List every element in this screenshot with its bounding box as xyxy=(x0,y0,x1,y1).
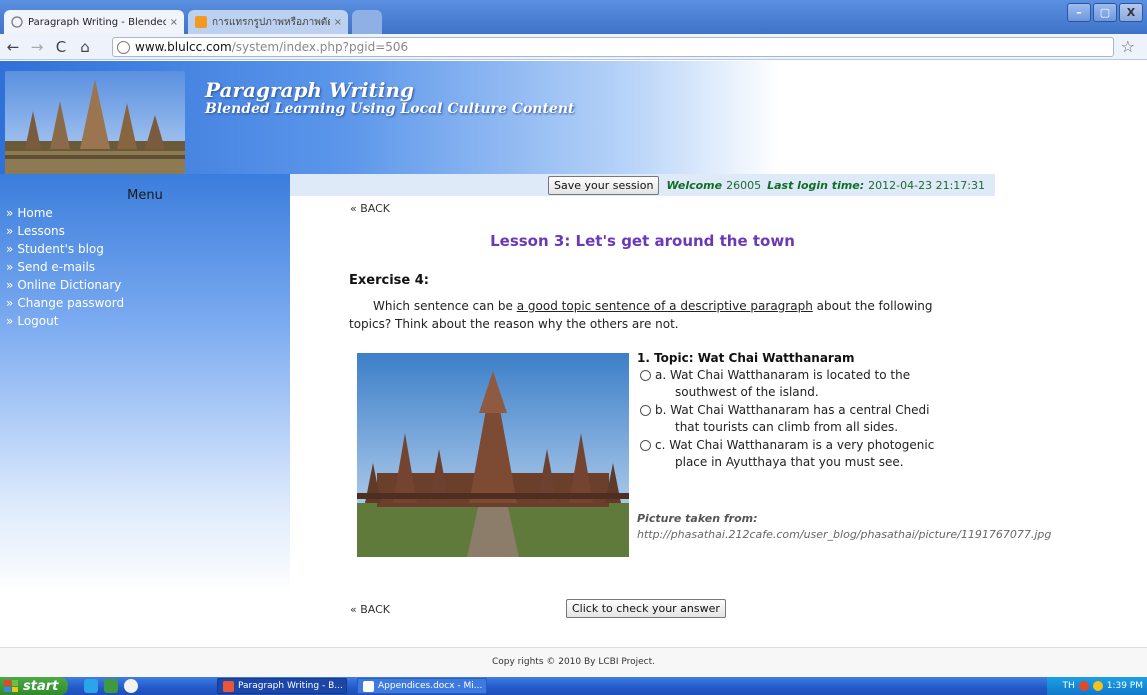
sidebar-item-lessons[interactable]: » Lessons xyxy=(6,222,124,240)
system-tray: TH 1:39 PM xyxy=(1047,677,1147,695)
tab-thai-images[interactable]: การแทรกรูปภาพหรือภาพตัดปะ - × xyxy=(188,10,348,34)
picture-credit-label: Picture taken from: xyxy=(637,512,758,525)
question-topic: 1. Topic: Wat Chai Watthanaram xyxy=(637,351,855,365)
sidebar-item-students-blog[interactable]: » Student's blog xyxy=(6,240,124,258)
radio-option-c[interactable] xyxy=(640,440,651,451)
lesson-title: Lesson 3: Let's get around the town xyxy=(490,232,795,250)
tray-icon[interactable] xyxy=(1078,681,1089,691)
browser-tab-strip: Paragraph Writing - Blended Le × การแทรก… xyxy=(0,0,1147,34)
option-b-text: b. Wat Chai Watthanaram has a central Ch… xyxy=(655,403,930,434)
task-label: Paragraph Writing - B... xyxy=(238,681,343,691)
new-tab-button[interactable] xyxy=(352,10,382,34)
site-banner: Paragraph Writing Blended Learning Using… xyxy=(0,61,1147,174)
sidebar-item-logout[interactable]: » Logout xyxy=(6,312,124,330)
close-window-button[interactable]: X xyxy=(1119,3,1143,22)
browser-toolbar: ← → C ⌂ www.blulcc.com /system/index.php… xyxy=(0,34,1147,60)
banner-subtitle: Blended Learning Using Local Culture Con… xyxy=(205,101,575,117)
check-answer-button[interactable]: Click to check your answer xyxy=(566,599,726,618)
minimize-button[interactable]: – xyxy=(1067,3,1091,22)
tab-title: การแทรกรูปภาพหรือภาพตัดปะ - xyxy=(212,16,330,28)
user-id: 26005 xyxy=(726,178,762,192)
picture-credit-url: http://phasathai.212cafe.com/user_blog/p… xyxy=(637,528,1052,541)
tab-paragraph-writing[interactable]: Paragraph Writing - Blended Le × xyxy=(4,10,184,34)
exercise-title: Exercise 4: xyxy=(349,273,429,288)
window-controls: – ▢ X xyxy=(1067,3,1143,22)
instruction-text: Which sentence can be a good topic sente… xyxy=(349,299,933,331)
welcome-label: Welcome xyxy=(666,178,723,192)
sidebar-item-send-emails[interactable]: » Send e-mails xyxy=(6,258,124,276)
answer-options: a. Wat Chai Watthanaram is located to th… xyxy=(639,367,939,472)
option-b[interactable]: b. Wat Chai Watthanaram has a central Ch… xyxy=(639,402,939,436)
tray-icon[interactable] xyxy=(1092,681,1103,691)
forward-arrow-icon[interactable]: → xyxy=(26,36,48,58)
url-host: www.blulcc.com xyxy=(135,40,232,54)
option-a[interactable]: a. Wat Chai Watthanaram is located to th… xyxy=(639,367,939,401)
task-appendices-docx[interactable]: Appendices.docx - Mi... xyxy=(357,678,487,694)
radio-option-a[interactable] xyxy=(640,370,651,381)
language-indicator[interactable]: TH xyxy=(1062,681,1074,691)
back-link-top[interactable]: « BACK xyxy=(350,202,390,215)
sidebar-item-change-password[interactable]: » Change password xyxy=(6,294,124,312)
wat-chai-watthanaram-photo xyxy=(357,353,629,557)
tab-close-icon[interactable]: × xyxy=(334,17,342,28)
save-session-button[interactable]: Save your session xyxy=(547,175,660,195)
maximize-button[interactable]: ▢ xyxy=(1093,3,1117,22)
bookmark-star-icon[interactable]: ☆ xyxy=(1121,37,1135,56)
sidebar-menu: Menu » Home » Lessons » Student's blog » Sen… xyxy=(0,174,290,594)
tab-title: Paragraph Writing - Blended Le xyxy=(28,16,166,28)
sidebar-item-home[interactable]: » Home xyxy=(6,204,124,222)
option-c-text: c. Wat Chai Watthanaram is a very photog… xyxy=(655,438,935,469)
globe-icon xyxy=(117,40,130,54)
option-c[interactable]: c. Wat Chai Watthanaram is a very photog… xyxy=(639,437,939,471)
clock: 1:39 PM xyxy=(1106,681,1143,691)
windows-flag-icon xyxy=(4,680,18,692)
back-arrow-icon[interactable]: ← xyxy=(2,36,24,58)
task-paragraph-writing[interactable]: Paragraph Writing - B... xyxy=(217,678,347,694)
sidebar-item-online-dictionary[interactable]: » Online Dictionary xyxy=(6,276,124,294)
radio-option-b[interactable] xyxy=(640,405,651,416)
media-icon[interactable] xyxy=(104,679,118,693)
windows-taskbar: start Paragraph Writing - B... Appendice… xyxy=(0,677,1147,695)
session-bar: Save your session Welcome 26005 Last log… xyxy=(290,174,995,196)
banner-title: Paragraph Writing xyxy=(205,78,414,102)
option-a-text: a. Wat Chai Watthanaram is located to th… xyxy=(655,368,911,399)
reload-icon[interactable]: C xyxy=(50,36,72,58)
task-label: Appendices.docx - Mi... xyxy=(378,681,483,691)
word-doc-icon xyxy=(363,680,374,692)
copyright-text: Copy rights © 2010 By LCBI Project. xyxy=(491,657,655,667)
start-button[interactable]: start xyxy=(0,677,68,695)
start-label: start xyxy=(23,678,59,694)
internet-explorer-icon[interactable] xyxy=(84,679,98,693)
menu-list: » Home » Lessons » Student's blog » Send e-m… xyxy=(6,204,124,330)
address-bar[interactable]: www.blulcc.com /system/index.php?pgid=50… xyxy=(112,37,1114,57)
quick-launch xyxy=(84,679,138,693)
last-login-label: Last login time: xyxy=(767,178,865,192)
footer: Copy rights © 2010 By LCBI Project. xyxy=(0,647,1147,677)
tab-close-icon[interactable]: × xyxy=(170,17,178,28)
temple-banner-image xyxy=(5,71,185,174)
instruction-emphasis: a good topic sentence of a descriptive p… xyxy=(516,299,813,313)
orange-favicon-icon xyxy=(194,16,207,29)
chrome-task-icon xyxy=(223,680,234,692)
home-icon[interactable]: ⌂ xyxy=(74,36,96,58)
page-favicon-icon xyxy=(10,16,23,29)
url-path: /system/index.php?pgid=506 xyxy=(231,40,409,54)
menu-heading: Menu xyxy=(127,188,163,203)
last-login-time: 2012-04-23 21:17:31 xyxy=(868,178,985,192)
web-page: Paragraph Writing Blended Learning Using… xyxy=(0,61,1147,677)
chrome-icon[interactable] xyxy=(124,679,138,693)
back-link-bottom[interactable]: « BACK xyxy=(350,603,390,616)
